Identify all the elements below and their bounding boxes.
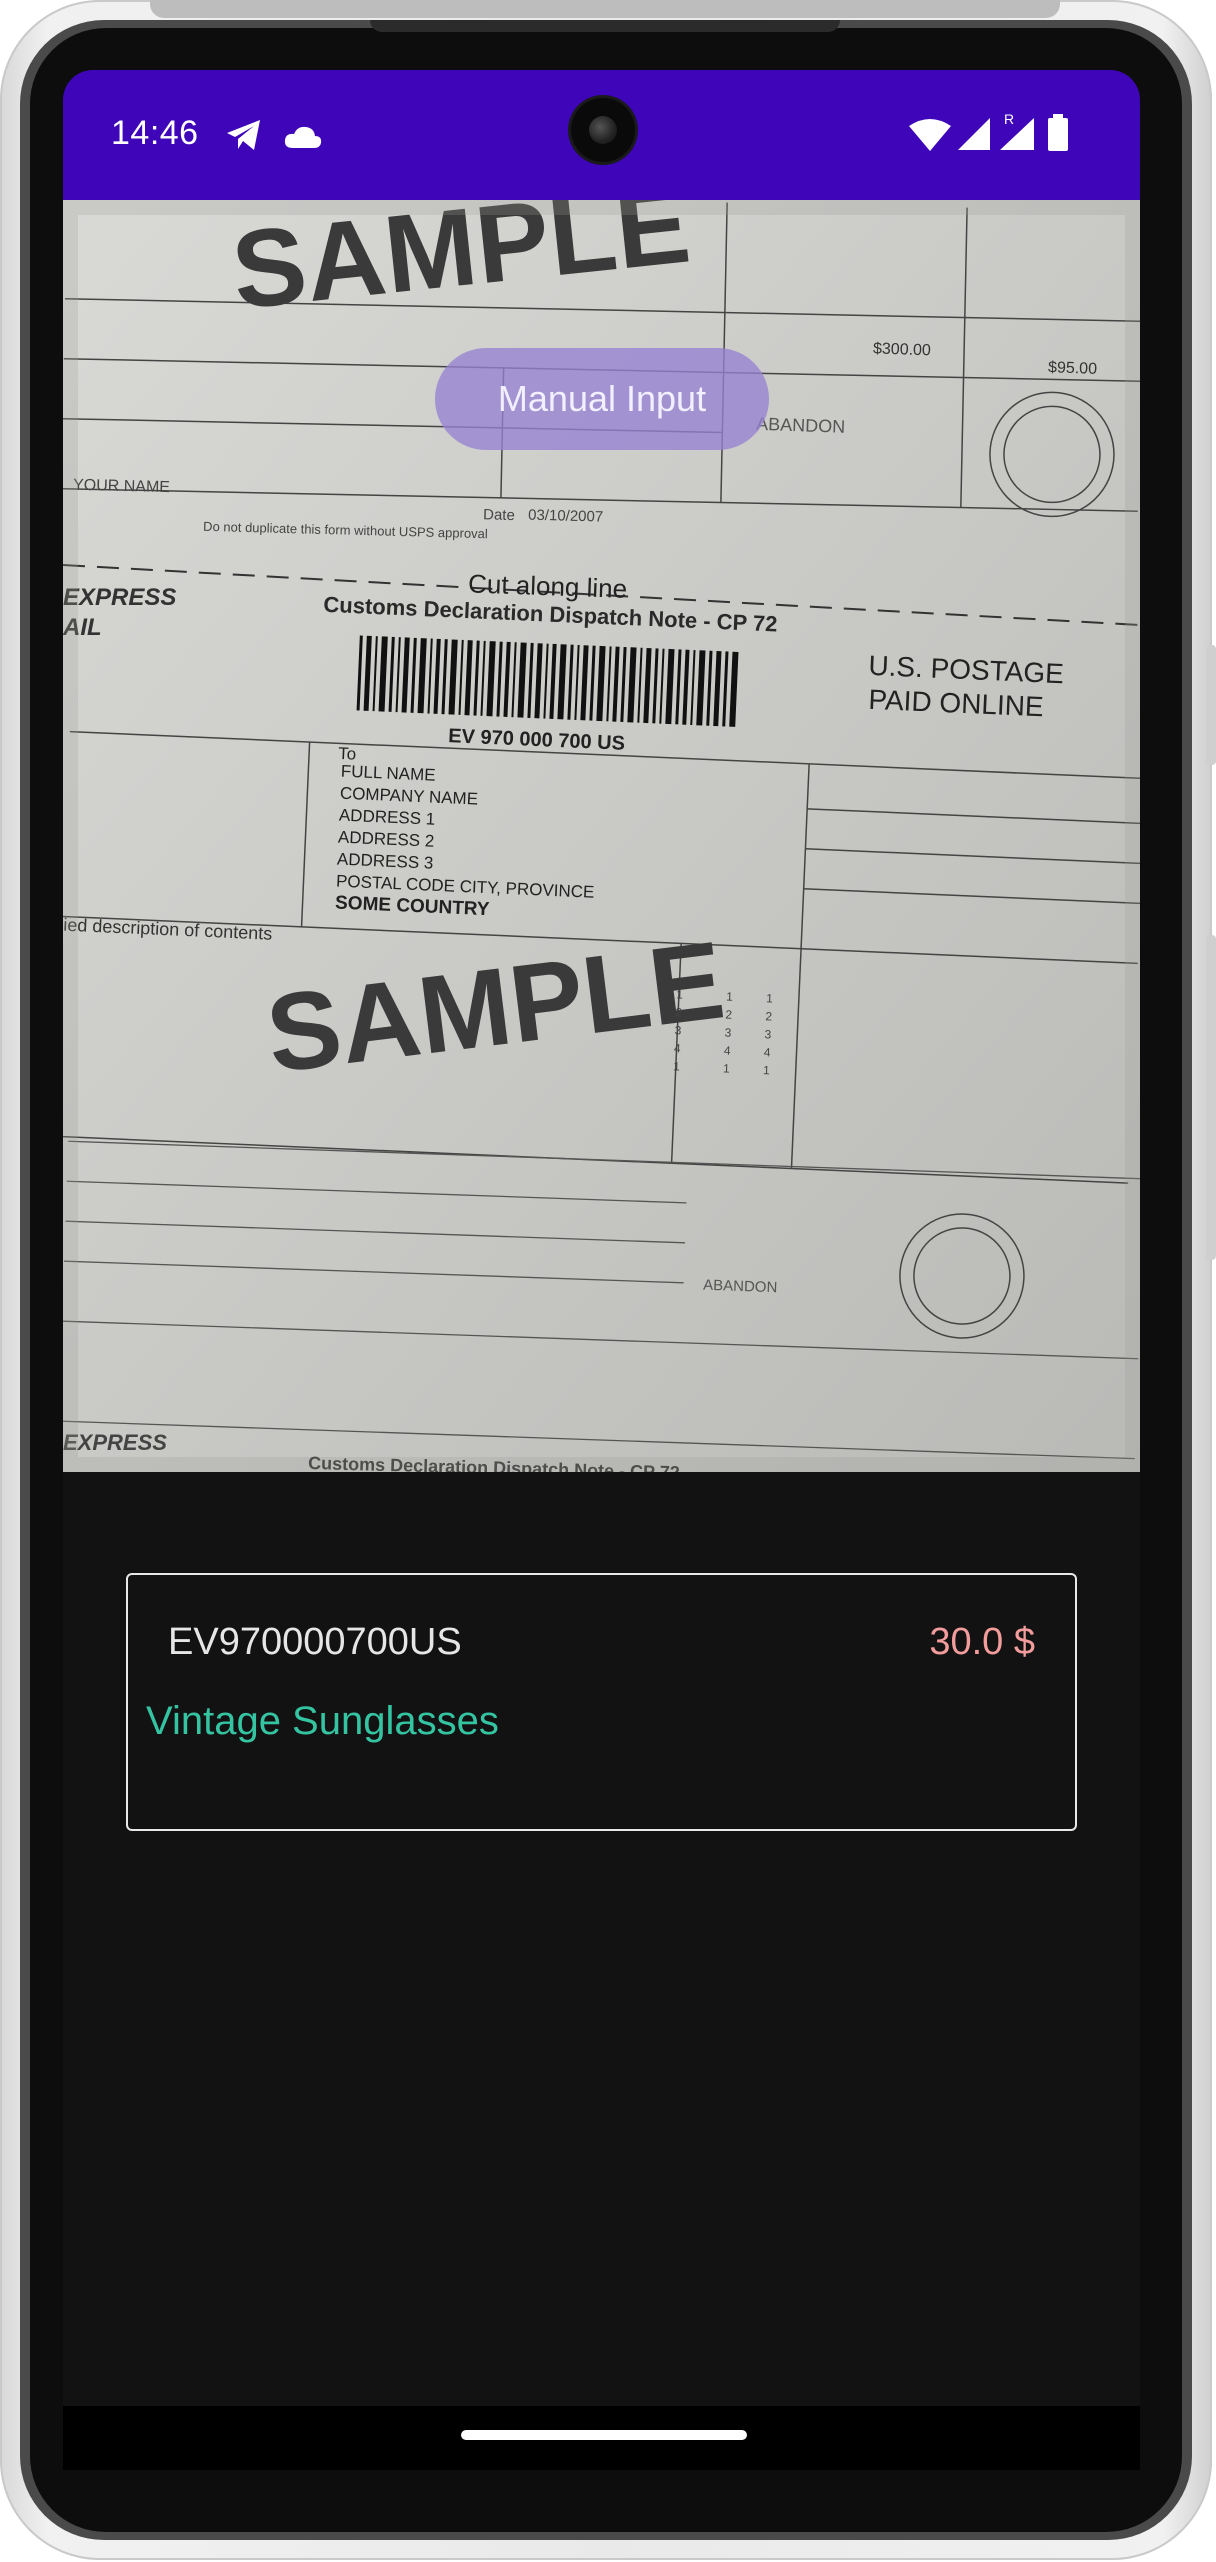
navigation-bar [63, 2406, 1140, 2470]
svg-text:1: 1 [763, 1063, 771, 1077]
svg-text:3: 3 [764, 1027, 772, 1041]
svg-text:2: 2 [675, 1005, 683, 1019]
svg-text:1: 1 [676, 987, 684, 1001]
abandon-text-lower: ABANDON [703, 1277, 778, 1297]
your-name-top: YOUR NAME [73, 477, 170, 497]
express-text-top: EXPRESS [63, 584, 176, 611]
scan-result-card[interactable]: EV970000700US 30.0 $ Vintage Sunglasses [126, 1573, 1077, 1831]
postage-fees-top: $95.00 [1048, 359, 1098, 378]
status-time: 14:46 [111, 114, 199, 152]
svg-text:2: 2 [725, 1007, 733, 1021]
front-camera [571, 98, 635, 162]
status-bar: 14:46 R [63, 70, 1140, 200]
wifi-icon [908, 118, 952, 156]
battery-icon [1047, 114, 1069, 156]
svg-text:1: 1 [766, 991, 774, 1005]
svg-text:1: 1 [673, 1059, 681, 1073]
svg-text:1: 1 [723, 1061, 731, 1075]
camera-viewfinder[interactable]: SAMPLE ABANDON $300.00 $95.00 YOUR NAME … [63, 200, 1140, 1472]
tracking-number: EV970000700US [168, 1621, 462, 1663]
roaming-signal-icon: R [996, 110, 1036, 156]
earpiece [370, 20, 840, 32]
svg-text:1: 1 [726, 990, 734, 1004]
app-screen: 14:46 R SAMPLE ABANDON $300.00 $95.00 YO… [63, 70, 1140, 2470]
phone-top-edge [150, 0, 1060, 18]
signal-icon [956, 116, 992, 156]
svg-text:4: 4 [674, 1041, 682, 1055]
power-button [1206, 645, 1216, 765]
cloud-icon [283, 124, 323, 154]
manual-input-button[interactable]: Manual Input [435, 348, 769, 450]
date-label-top: Date [483, 506, 515, 524]
phone-device: 14:46 R SAMPLE ABANDON $300.00 $95.00 YO… [0, 0, 1216, 2562]
volume-button [1206, 935, 1216, 1260]
svg-text:3: 3 [724, 1025, 732, 1039]
svg-text:2: 2 [765, 1009, 773, 1023]
svg-text:3: 3 [674, 1023, 682, 1037]
item-price: 30.0 $ [929, 1621, 1035, 1663]
home-gesture-handle[interactable] [461, 2430, 747, 2440]
express-text-lower: EXPRESS [63, 1430, 167, 1455]
total-value-top: $300.00 [873, 340, 931, 359]
svg-text:4: 4 [724, 1043, 732, 1057]
abandon-text-top: ABANDON [756, 414, 846, 437]
svg-text:4: 4 [764, 1045, 772, 1059]
roaming-indicator: R [1004, 111, 1014, 127]
telegram-icon [225, 118, 263, 156]
item-name: Vintage Sunglasses [146, 1699, 499, 1743]
date-value-top: 03/10/2007 [528, 507, 603, 526]
